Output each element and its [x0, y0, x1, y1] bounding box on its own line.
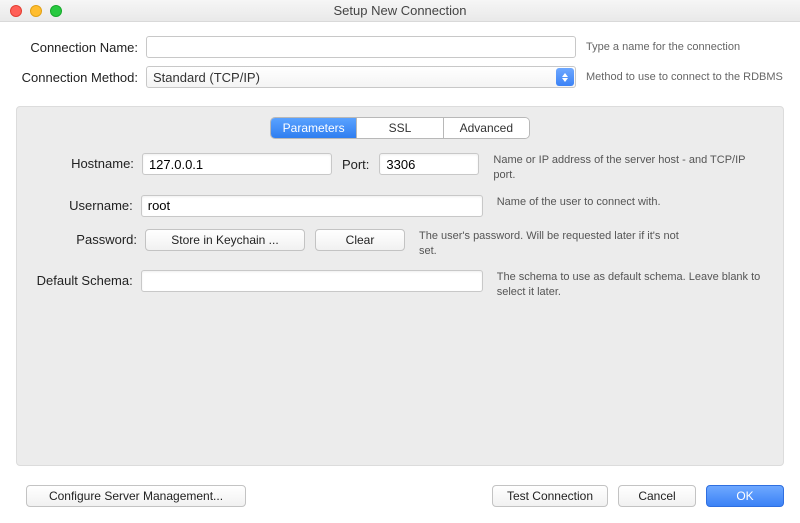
connection-method-label: Connection Method: [16, 70, 146, 85]
username-label: Username: [35, 195, 141, 213]
username-input[interactable] [141, 195, 483, 217]
port-input[interactable] [379, 153, 479, 175]
chevron-updown-icon [556, 68, 574, 86]
connection-method-hint: Method to use to connect to the RDBMS [586, 70, 783, 84]
tab-advanced[interactable]: Advanced [444, 118, 529, 138]
store-keychain-button[interactable]: Store in Keychain ... [145, 229, 305, 251]
tab-parameters[interactable]: Parameters [271, 118, 357, 138]
hostname-label: Hostname: [35, 153, 142, 171]
password-label: Password: [35, 229, 145, 247]
footer: Configure Server Management... Test Conn… [0, 473, 800, 523]
connection-method-select[interactable]: Standard (TCP/IP) [146, 66, 576, 88]
params-panel: Parameters SSL Advanced Hostname: Port: … [16, 106, 784, 466]
default-schema-hint: The schema to use as default schema. Lea… [497, 270, 765, 300]
tab-bar: Parameters SSL Advanced [17, 107, 783, 153]
password-hint: The user's password. Will be requested l… [419, 229, 699, 259]
connection-name-input[interactable] [146, 36, 576, 58]
test-connection-button[interactable]: Test Connection [492, 485, 608, 507]
hostname-input[interactable] [142, 153, 332, 175]
username-hint: Name of the user to connect with. [497, 195, 765, 210]
hostname-hint: Name or IP address of the server host - … [493, 153, 765, 183]
port-label: Port: [342, 157, 369, 172]
connection-name-label: Connection Name: [16, 40, 146, 55]
default-schema-label: Default Schema: [35, 270, 141, 288]
configure-server-button[interactable]: Configure Server Management... [26, 485, 246, 507]
clear-password-button[interactable]: Clear [315, 229, 405, 251]
cancel-button[interactable]: Cancel [618, 485, 696, 507]
tab-ssl[interactable]: SSL [357, 118, 443, 138]
top-form: Connection Name: Type a name for the con… [0, 22, 800, 106]
panel-body: Hostname: Port: Name or IP address of th… [17, 153, 783, 300]
ok-button[interactable]: OK [706, 485, 784, 507]
connection-method-value: Standard (TCP/IP) [153, 70, 260, 85]
default-schema-input[interactable] [141, 270, 483, 292]
titlebar: Setup New Connection [0, 0, 800, 22]
connection-name-hint: Type a name for the connection [586, 40, 740, 54]
window-title: Setup New Connection [0, 3, 800, 18]
